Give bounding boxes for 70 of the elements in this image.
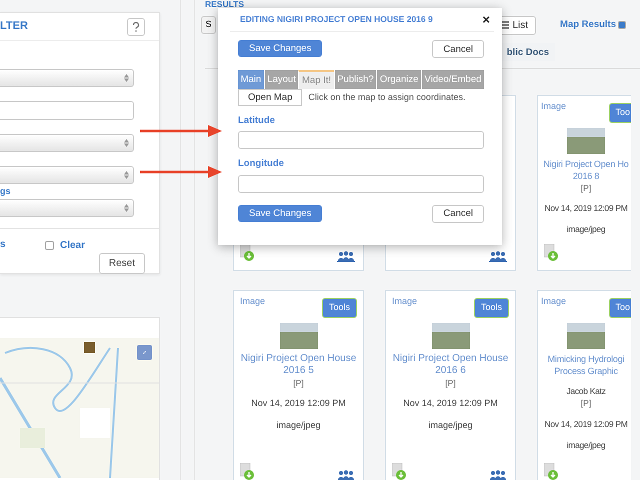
tab[interactable]: Layout xyxy=(264,70,298,89)
photo-placeholder xyxy=(567,128,605,154)
filter-link[interactable]: s xyxy=(0,239,6,250)
cancel-button[interactable]: Cancel xyxy=(432,204,484,222)
item-type: Image xyxy=(541,295,566,308)
input-field[interactable] xyxy=(0,101,134,120)
tools-button[interactable]: Tools xyxy=(474,298,509,318)
text-field[interactable] xyxy=(238,131,484,150)
map-results-checkbox[interactable] xyxy=(618,21,626,29)
reset-button[interactable]: Reset xyxy=(98,253,145,274)
item-title-link[interactable]: Nigiri Project Open House 2016 6 xyxy=(392,352,509,376)
item-date: Nov 14, 2019 12:09 PM xyxy=(543,418,628,431)
item-tag: [P] xyxy=(541,397,631,410)
item-title-link[interactable]: Nigiri Project Open Ho 2016 8 xyxy=(541,158,631,182)
text-field[interactable] xyxy=(238,174,484,192)
item-tag: [P] xyxy=(392,376,509,390)
item-type: Image xyxy=(541,100,566,113)
updown-icon xyxy=(124,204,129,212)
tab[interactable]: Map It! xyxy=(298,70,334,89)
open-map-button[interactable]: Open Map xyxy=(238,89,302,106)
checkbox-label: Clear xyxy=(60,239,86,253)
tools-button[interactable]: Too xyxy=(609,103,631,122)
clear-checkbox[interactable] xyxy=(45,241,54,250)
select-field[interactable] xyxy=(0,199,134,217)
item-mime-type: image/jpeg xyxy=(566,438,606,452)
tab[interactable]: Main xyxy=(238,70,264,89)
tab[interactable]: Organize xyxy=(376,70,421,89)
updown-icon xyxy=(124,139,129,147)
cancel-button[interactable]: Cancel xyxy=(432,40,484,58)
map-results-label: Map Results xyxy=(560,18,616,32)
item-title-link[interactable]: Mimicking Hydrologi Process Graphic xyxy=(541,352,631,376)
tab[interactable]: Publish? xyxy=(334,70,376,89)
item-tag: [P] xyxy=(240,376,357,390)
item-type: Image xyxy=(392,295,418,308)
photo-placeholder xyxy=(567,322,605,348)
item-date: Nov 14, 2019 12:09 PM xyxy=(250,397,347,410)
select-field[interactable] xyxy=(0,69,134,87)
tools-button[interactable]: Too xyxy=(609,298,631,318)
tools-button[interactable]: Tools xyxy=(322,298,357,318)
save-button[interactable]: Save Changes xyxy=(238,204,322,222)
item-date: Nov 14, 2019 12:09 PM xyxy=(543,202,628,215)
help-icon xyxy=(132,22,140,32)
tab[interactable]: Video/Embed xyxy=(420,70,484,89)
section-heading: RESULTS xyxy=(205,0,246,11)
photo-placeholder xyxy=(432,322,470,348)
select-field[interactable] xyxy=(0,166,134,184)
help-button[interactable] xyxy=(127,18,145,36)
item-date: Nov 14, 2019 12:09 PM xyxy=(402,397,499,410)
expand-button[interactable] xyxy=(137,345,152,360)
item-mime-type: image/jpeg xyxy=(427,418,474,432)
item-title-link[interactable]: Nigiri Project Open House 2016 5 xyxy=(240,352,357,376)
field-label: Latitude xyxy=(238,114,276,128)
item-tag: [P] xyxy=(541,182,631,194)
updown-icon xyxy=(124,171,129,179)
photo-placeholder xyxy=(280,322,318,348)
panel-title: LTER xyxy=(0,19,28,34)
item-mime-type: image/jpeg xyxy=(275,418,322,432)
item-author: Jacob Katz xyxy=(565,384,607,398)
item-mime-type: image/jpeg xyxy=(566,223,606,236)
map-photo-marker[interactable] xyxy=(84,342,95,353)
dialog-title: EDITING NIGIRI PROJECT OPEN HOUSE 2016 9 xyxy=(240,13,433,26)
close-button[interactable]: × xyxy=(482,13,490,26)
hint-text: Click on the map to assign coordinates. xyxy=(308,90,466,104)
select-field[interactable] xyxy=(0,134,134,152)
field-label: gs xyxy=(0,186,12,196)
item-type: Image xyxy=(240,295,266,308)
save-button[interactable]: Save Changes xyxy=(238,40,322,57)
updown-icon xyxy=(124,74,129,82)
search-button[interactable]: S xyxy=(201,16,216,34)
field-label: Longitude xyxy=(238,157,285,172)
